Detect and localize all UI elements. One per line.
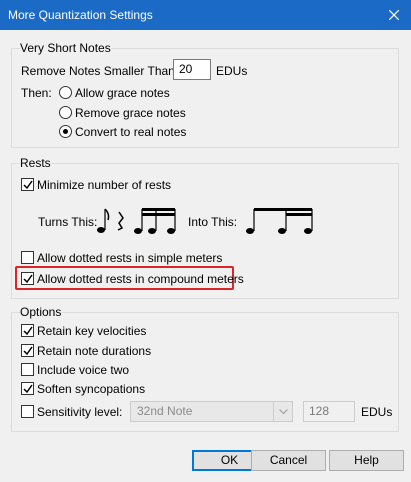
title-bar: More Quantization Settings — [0, 0, 411, 30]
sensitivity-checkbox[interactable] — [21, 405, 34, 418]
remove-notes-label: Remove Notes Smaller Than: — [21, 64, 179, 78]
sensitivity-label[interactable]: Sensitivity level: — [37, 405, 122, 419]
dotted-simple-checkbox[interactable] — [21, 251, 34, 264]
remove-grace-notes-label[interactable]: Remove grace notes — [75, 106, 186, 120]
checkmark-icon — [23, 326, 33, 336]
sensitivity-select[interactable]: 32nd Note — [130, 401, 293, 422]
very-short-notes-label: Very Short Notes — [20, 41, 111, 55]
minimize-rests-checkbox[interactable] — [21, 178, 34, 191]
allow-grace-notes-radio[interactable] — [59, 86, 72, 99]
then-label: Then: — [21, 86, 52, 100]
include-voice-two-checkbox[interactable] — [21, 363, 34, 376]
into-this-label: Into This: — [188, 215, 238, 229]
retain-durations-label[interactable]: Retain note durations — [37, 344, 151, 358]
remove-grace-notes-radio[interactable] — [59, 106, 72, 119]
turns-this-label: Turns This: — [38, 215, 98, 229]
convert-to-real-notes-radio[interactable] — [59, 125, 72, 138]
rests-label: Rests — [20, 156, 51, 170]
close-icon — [389, 10, 399, 20]
options-label: Options — [20, 305, 62, 319]
retain-durations-checkbox[interactable] — [21, 344, 34, 357]
soften-syncopations-label[interactable]: Soften syncopations — [37, 382, 145, 396]
radio-selected-dot — [63, 129, 68, 134]
retain-velocities-checkbox[interactable] — [21, 324, 34, 337]
retain-velocities-label[interactable]: Retain key velocities — [37, 324, 146, 338]
remove-notes-unit: EDUs — [216, 64, 248, 78]
window-title: More Quantization Settings — [8, 8, 153, 22]
chevron-down-icon — [273, 402, 292, 421]
allow-grace-notes-label[interactable]: Allow grace notes — [75, 86, 170, 100]
convert-to-real-notes-label[interactable]: Convert to real notes — [75, 125, 186, 139]
remove-notes-input[interactable]: 20 — [173, 59, 211, 80]
soften-syncopations-checkbox[interactable] — [21, 382, 34, 395]
dotted-compound-checkbox[interactable] — [21, 272, 34, 285]
checkmark-icon — [23, 180, 33, 190]
checkmark-icon — [23, 384, 33, 394]
include-voice-two-label[interactable]: Include voice two — [37, 363, 129, 377]
cancel-button[interactable]: Cancel — [251, 450, 326, 471]
minimize-rests-label[interactable]: Minimize number of rests — [37, 178, 171, 192]
checkmark-icon — [23, 346, 33, 356]
sensitivity-unit: EDUs — [361, 405, 393, 419]
turns-this-notation-icon — [97, 208, 176, 234]
sensitivity-value-input[interactable]: 128 — [303, 401, 355, 422]
dotted-simple-label[interactable]: Allow dotted rests in simple meters — [37, 251, 222, 265]
sensitivity-select-value: 32nd Note — [137, 404, 193, 418]
into-this-notation-icon — [246, 208, 313, 234]
dotted-compound-label[interactable]: Allow dotted rests in compound meters — [37, 272, 244, 286]
help-button[interactable]: Help — [329, 450, 404, 471]
close-button[interactable] — [377, 0, 411, 30]
checkmark-icon — [23, 274, 33, 284]
